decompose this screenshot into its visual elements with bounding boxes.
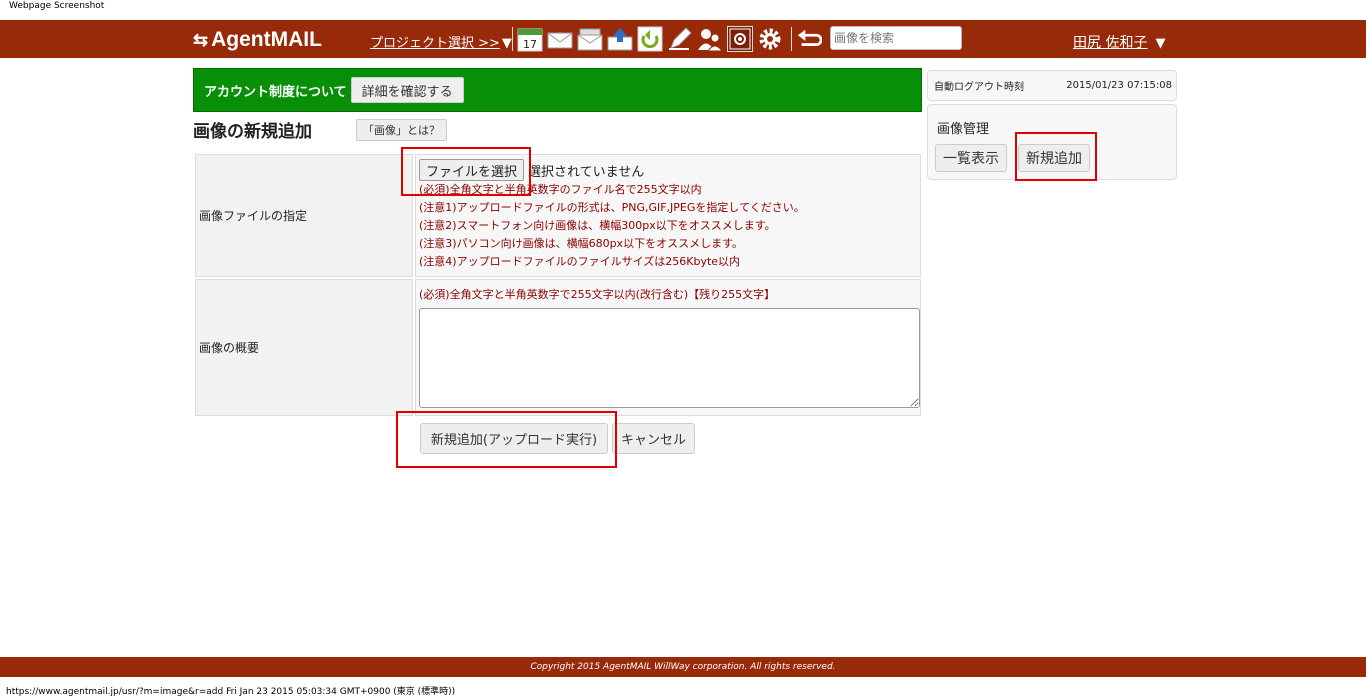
description-field-label: 画像の概要 xyxy=(195,279,413,416)
toolbar-divider xyxy=(512,27,513,51)
toolbar-icons: 17 xyxy=(508,25,826,53)
project-select-label: プロジェクト選択 >> xyxy=(370,36,500,51)
users-icon[interactable] xyxy=(697,26,723,52)
back-arrow-icon[interactable] xyxy=(796,26,822,52)
auto-logout-label: 自動ログアウト時刻 xyxy=(934,82,1024,93)
panel-title: 画像管理 xyxy=(937,122,990,137)
upload-submit-button[interactable]: 新規追加(アップロード実行) xyxy=(420,423,608,454)
project-select-link[interactable]: プロジェクト選択 >> ▼ xyxy=(370,32,512,51)
image-manager-icon[interactable] xyxy=(727,26,753,52)
file-status-text: 選択されていません xyxy=(528,164,645,180)
mail-stack-icon[interactable] xyxy=(577,26,603,52)
swap-arrows-icon: ⇆ xyxy=(193,29,209,50)
view-details-button[interactable]: 詳細を確認する xyxy=(350,77,464,103)
list-view-button[interactable]: 一覧表示 xyxy=(935,144,1007,172)
auto-logout-box: 自動ログアウト時刻 2015/01/23 07:15:08 xyxy=(927,70,1177,101)
file-field-label: 画像ファイルの指定 xyxy=(195,154,413,277)
description-field-label-text: 画像の概要 xyxy=(199,341,260,355)
file-note: (注意3)パソコン向け画像は、横幅680px以下をオススメします。 xyxy=(419,237,743,250)
file-note: (必須)全角文字と半角英数字のファイル名で255文字以内 xyxy=(419,183,702,196)
what-is-image-button[interactable]: 「画像」とは？ xyxy=(356,119,447,141)
user-menu[interactable]: 田尻 佐和子 ▼ xyxy=(1073,32,1165,52)
file-field-label-text: 画像ファイルの指定 xyxy=(199,209,308,223)
screenshot-caption: Webpage Screenshot xyxy=(9,1,105,11)
file-note: (注意2)スマートフォン向け画像は、横幅300px以下をオススメします。 xyxy=(419,219,776,232)
agentmail-logo[interactable]: ⇆ AgentMAIL xyxy=(193,28,322,51)
user-name: 田尻 佐和子 xyxy=(1073,35,1148,51)
triangle-down-icon: ▼ xyxy=(1155,36,1166,51)
toolbar-divider xyxy=(791,27,792,51)
calendar-icon[interactable]: 17 xyxy=(517,26,543,52)
file-note: (注意1)アップロードファイルの形式は、PNG,GIF,JPEGを指定してくださ… xyxy=(419,201,805,214)
auto-logout-time: 2015/01/23 07:15:08 xyxy=(1066,80,1172,91)
status-bar-url: https://www.agentmail.jp/usr/?m=image&r=… xyxy=(6,687,456,697)
new-image-button[interactable]: 新規追加 xyxy=(1018,144,1090,172)
refresh-icon[interactable] xyxy=(637,26,663,52)
account-policy-banner: アカウント制度について 詳細を確認する xyxy=(193,68,922,112)
logo-text: AgentMAIL xyxy=(211,28,322,51)
image-search-input[interactable] xyxy=(830,26,962,50)
top-navigation-bar: ⇆ AgentMAIL プロジェクト選択 >> ▼ 17 画像を検索 田尻 佐和… xyxy=(0,20,1366,58)
description-note: (必須)全角文字と半角英数字で255文字以内(改行含む)【残り255文字】 xyxy=(419,288,776,301)
cancel-button[interactable]: キャンセル xyxy=(612,423,695,454)
image-management-panel: 画像管理 一覧表示 新規追加 xyxy=(927,104,1177,180)
footer: Copyright 2015 AgentMAIL WillWay corpora… xyxy=(0,657,1366,677)
upload-icon[interactable] xyxy=(607,26,633,52)
gear-icon[interactable] xyxy=(757,26,783,52)
pencil-icon[interactable] xyxy=(667,26,693,52)
file-note: (注意4)アップロードファイルのファイルサイズは256Kbyte以内 xyxy=(419,255,741,268)
mail-icon[interactable] xyxy=(547,26,573,52)
description-textarea[interactable] xyxy=(419,308,920,408)
calendar-day: 17 xyxy=(523,38,537,51)
page-title: 画像の新規追加 xyxy=(193,122,312,142)
description-field-cell: (必須)全角文字と半角英数字で255文字以内(改行含む)【残り255文字】 xyxy=(415,279,921,416)
file-field-cell: ファイルを選択 選択されていません (必須)全角文字と半角英数字のファイル名で2… xyxy=(415,154,921,277)
copyright-text: Copyright 2015 AgentMAIL WillWay corpora… xyxy=(530,662,836,672)
file-picker: ファイルを選択 選択されていません xyxy=(419,159,920,181)
choose-file-button[interactable]: ファイルを選択 xyxy=(419,159,525,181)
banner-text: アカウント制度について xyxy=(204,84,347,100)
